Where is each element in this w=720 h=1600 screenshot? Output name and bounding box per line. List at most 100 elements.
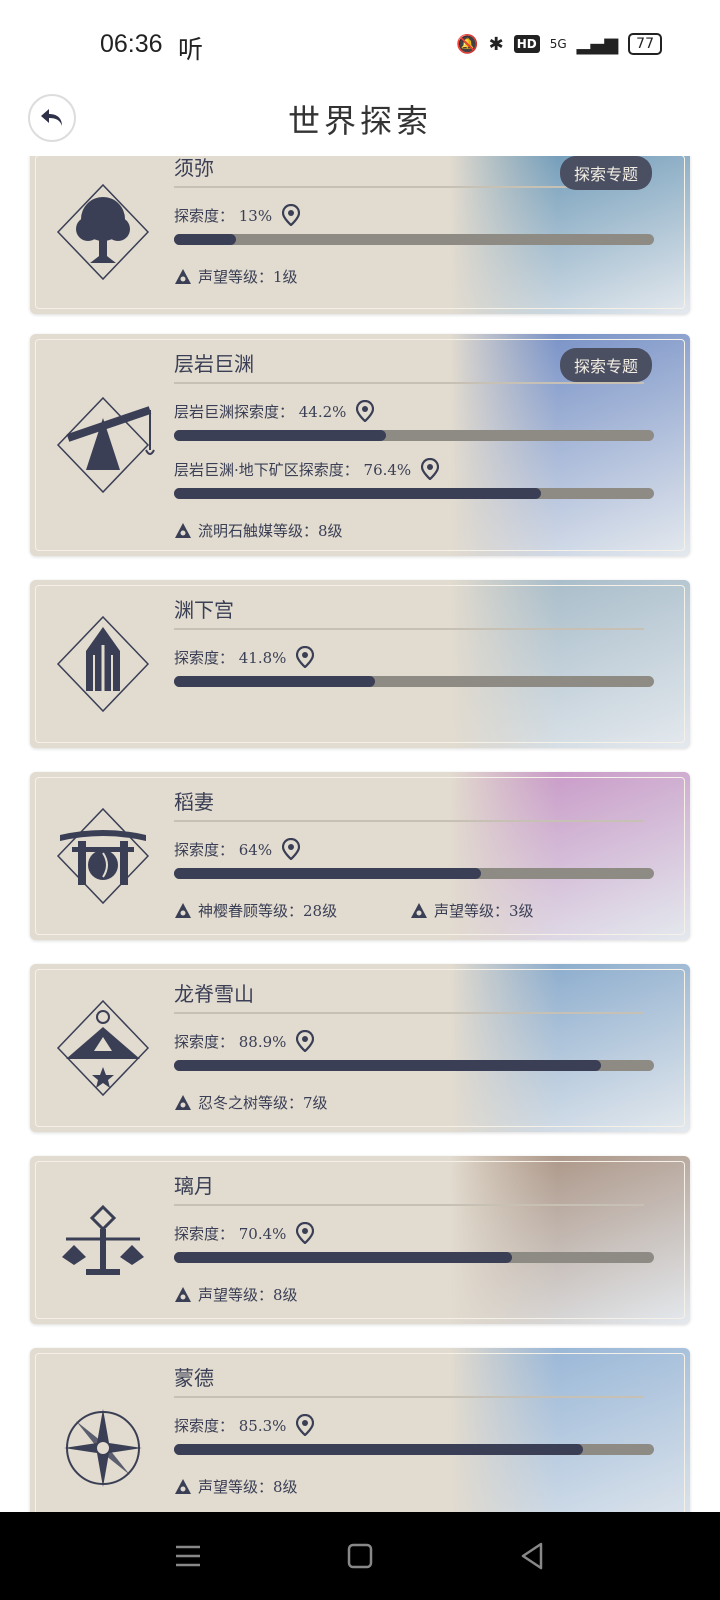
region-content: 稻妻 探索度： 64% 神樱眷顾等级：28级 声望等级：3级 [174,772,690,940]
map-pin-icon[interactable] [356,400,375,422]
region-card[interactable]: 蒙德探索度： 85.3% 声望等级：8级 [30,1348,690,1512]
progress-text: 探索度： 70.4% [174,1224,287,1243]
region-name: 璃月 [174,1174,214,1198]
progress-fill [174,1252,512,1263]
region-card[interactable]: 探索专题 须弥探索度： 13% 声望等级：1级 [30,156,690,314]
reputation-icon [175,268,191,284]
region-list[interactable]: 探索专题 须弥探索度： 13% 声望等级：1级探索专题 层岩巨渊 层岩巨渊探索度： 44… [0,156,720,1512]
region-divider [174,820,644,822]
system-nav-bar [0,1512,720,1600]
reputation-level: 声望等级：3级 [410,900,534,921]
map-pin-icon[interactable] [296,1414,315,1436]
progress-text: 探索度： 64% [174,840,273,859]
map-pin-icon[interactable] [282,838,301,860]
reputation-text: 声望等级：8级 [198,1286,298,1304]
network-label: 5G [549,37,567,51]
region-content: 龙脊雪山 探索度： 88.9% 忍冬之树等级：7级 [174,964,690,1132]
battery-indicator: 77 [628,33,662,55]
reputation-text: 忍冬之树等级：7级 [198,1094,328,1112]
progress-fill [174,488,541,499]
exploration-progress-bar [174,1252,654,1263]
region-card[interactable]: 璃月探索度： 70.4% 声望等级：8级 [30,1156,690,1324]
exploration-progress-bar [174,430,654,441]
progress-text: 层岩巨渊探索度： 44.2% [174,402,347,421]
reputation-text: 神樱眷顾等级：28级 [198,902,338,920]
region-card[interactable]: 稻妻 探索度： 64% 神樱眷顾等级：28级 声望等级：3级 [30,772,690,940]
exploration-progress-label: 探索度： 41.8% [174,646,315,668]
exploration-topic-tag[interactable]: 探索专题 [559,156,652,190]
region-emblem-icon [48,1185,158,1295]
region-divider [174,628,644,630]
reputation-text: 流明石触媒等级：8级 [198,522,343,540]
region-card[interactable]: 龙脊雪山 探索度： 88.9% 忍冬之树等级：7级 [30,964,690,1132]
exploration-progress-bar [174,868,654,879]
reputation-icon [175,1478,191,1494]
region-card[interactable]: 探索专题 层岩巨渊 层岩巨渊探索度： 44.2% 层岩巨渊·地下矿区探索度： 76.4… [30,334,690,556]
region-divider [174,1396,644,1398]
exploration-progress-label: 探索度： 88.9% [174,1030,315,1052]
lumenstone-icon [175,522,191,538]
page-title: 世界探索 [287,102,432,140]
region-emblem-icon [48,177,158,287]
map-pin-icon[interactable] [296,1030,315,1052]
reputation-icon [175,1286,191,1302]
progress-fill [174,1444,584,1455]
exploration-progress-label: 探索度： 13% [174,204,301,226]
reputation-level: 声望等级：1级 [174,266,298,287]
status-speaker-mark: 听 [178,35,204,64]
progress-fill [174,868,482,879]
progress-text: 层岩巨渊·地下矿区探索度： 76.4% [174,460,412,479]
progress-text: 探索度： 88.9% [174,1032,287,1051]
home-nav-icon[interactable] [342,1538,378,1574]
reputation-level: 声望等级：8级 [174,1284,298,1305]
region-card[interactable]: 渊下宫探索度： 41.8% [30,580,690,748]
menu-nav-icon[interactable] [170,1538,206,1574]
region-name: 渊下宫 [174,598,234,622]
sakura-icon [175,902,191,918]
region-emblem-icon [48,801,158,911]
map-pin-icon[interactable] [282,204,301,226]
progress-fill [174,234,237,245]
region-name: 蒙德 [174,1366,214,1390]
exploration-progress-label: 层岩巨渊探索度： 44.2% [174,400,375,422]
exploration-progress-label: 层岩巨渊·地下矿区探索度： 76.4% [174,458,440,480]
map-pin-icon[interactable] [421,458,440,480]
map-pin-icon[interactable] [296,1222,315,1244]
region-emblem-icon [48,609,158,719]
progress-text: 探索度： 13% [174,206,273,225]
exploration-progress-bar [174,1060,654,1071]
exploration-progress-bar [174,1444,654,1455]
page-header: 世界探索 [0,90,720,156]
reputation-text: 声望等级：8级 [198,1478,298,1496]
reputation-level: 流明石触媒等级：8级 [174,520,343,541]
mute-bell-icon: 🔕 [456,33,479,55]
region-divider [174,382,644,384]
region-emblem-icon [48,390,158,500]
region-divider [174,1204,644,1206]
region-content: 渊下宫探索度： 41.8% [174,580,690,748]
region-divider [174,1012,644,1014]
exploration-topic-tag[interactable]: 探索专题 [559,348,652,382]
exploration-progress-label: 探索度： 64% [174,838,301,860]
status-bar: 06:36 听 🔕 ✱ HD 5G ▂▄▆ 77 [0,0,720,90]
region-name: 须弥 [174,156,214,180]
progress-fill [174,430,387,441]
exploration-progress-label: 探索度： 85.3% [174,1414,315,1436]
reputation-text: 声望等级：1级 [198,268,298,286]
signal-icon: ▂▄▆ [576,33,619,55]
bluetooth-icon: ✱ [488,33,504,55]
region-content: 璃月探索度： 70.4% 声望等级：8级 [174,1156,690,1324]
progress-text: 探索度： 41.8% [174,648,287,667]
exploration-progress-bar [174,488,654,499]
status-icons: 🔕 ✱ HD 5G ▂▄▆ 77 [456,33,662,55]
region-content: 蒙德探索度： 85.3% 声望等级：8级 [174,1348,690,1512]
reputation-level: 忍冬之树等级：7级 [174,1092,328,1113]
map-pin-icon[interactable] [296,646,315,668]
region-emblem-icon [48,1393,158,1503]
back-nav-icon[interactable] [514,1538,550,1574]
reputation-icon [411,902,427,918]
reputation-level: 神樱眷顾等级：28级 [174,900,337,921]
region-emblem-icon [48,993,158,1103]
frostbearing-icon [175,1094,191,1110]
exploration-progress-bar [174,676,654,687]
